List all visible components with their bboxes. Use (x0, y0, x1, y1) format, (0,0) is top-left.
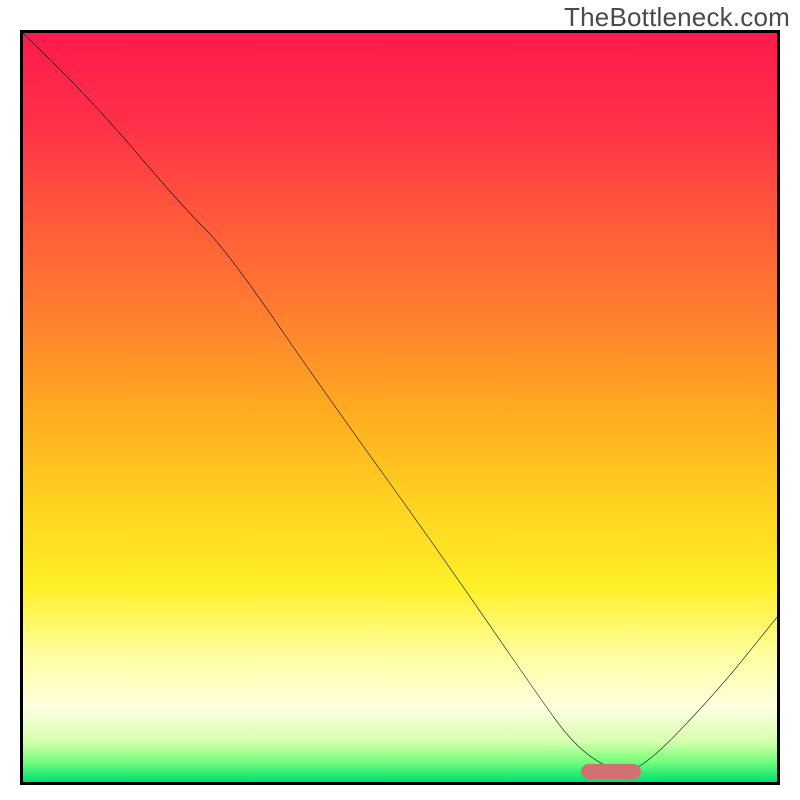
optimal-range-marker (581, 764, 641, 779)
watermark-text: TheBottleneck.com (564, 2, 790, 33)
chart-container: TheBottleneck.com (0, 0, 800, 800)
plot-area (20, 30, 780, 785)
bottleneck-curve (23, 33, 777, 782)
